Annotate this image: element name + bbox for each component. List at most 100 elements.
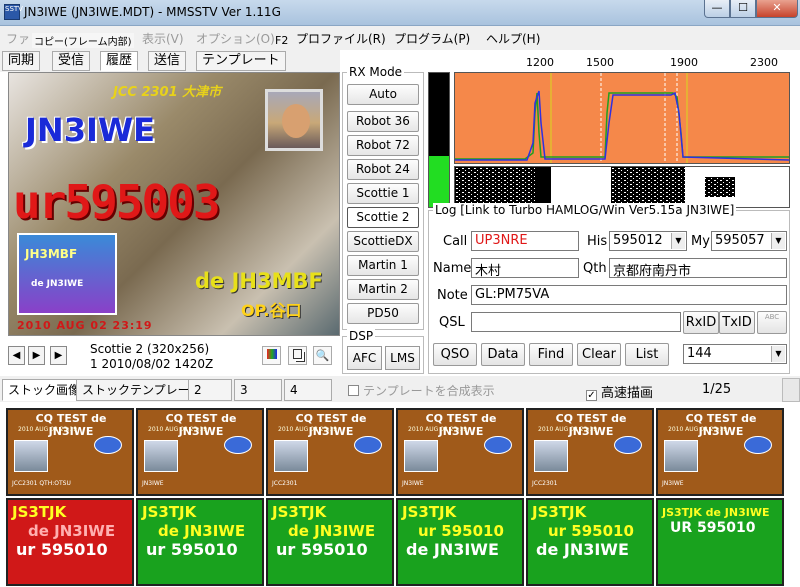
stock-scrollbar[interactable] [782, 378, 800, 402]
find-button[interactable]: Find [529, 343, 573, 366]
menu-program[interactable]: プログラム(P) [394, 30, 470, 47]
image-de-text: de JH3MBF [195, 269, 323, 293]
txid-button[interactable]: TxID [719, 311, 755, 334]
menu-view[interactable]: 表示(V) [142, 30, 184, 47]
log-panel: Log [Link to Turbo HAMLOG/Win Ver5.15a J… [428, 203, 790, 374]
stock-thumb[interactable]: JS3TJK de JN3IWE ur 595010 [266, 498, 394, 586]
rxid-button[interactable]: RxID [683, 311, 719, 334]
template-checkbox-box[interactable] [348, 385, 359, 396]
thumb-callsign: JS3TJK de JN3IWE [662, 506, 770, 519]
thumb-sub: 2010 AUG 02 23:19 [538, 426, 598, 433]
mode-auto-button[interactable]: Auto [347, 84, 419, 105]
tab-sync[interactable]: 同期 [2, 51, 41, 71]
tab-stock-template-2[interactable]: 2 [188, 379, 232, 401]
his-field[interactable]: 595012 ▼ [609, 231, 687, 251]
tab-stock-template-3[interactable]: 3 [234, 379, 282, 401]
qth-field[interactable]: 京都府南丹市 [609, 258, 787, 278]
thumb-photo [404, 440, 438, 472]
menu-profile[interactable]: プロファイル(R) [296, 30, 386, 47]
mode-pd50-button[interactable]: PD50 [347, 303, 419, 324]
mode-scottiedx-button[interactable]: ScottieDX [347, 231, 419, 252]
spectrum-display[interactable] [454, 72, 790, 164]
my-field[interactable]: 595057 ▼ [711, 231, 787, 251]
prev-button[interactable]: ◀ [8, 346, 25, 365]
list-button[interactable]: List [625, 343, 669, 366]
stock-thumb[interactable]: CQ TEST de JN3IWE 2010 AUG 02 23:19 JN3I… [396, 408, 524, 496]
search-icon[interactable]: 🔍 [313, 346, 332, 365]
image-callsign: JN3IWE [25, 111, 156, 149]
thumb-report: ur 595010 [276, 540, 368, 559]
thumb-title: CQ TEST de JN3IWE [555, 412, 627, 438]
abc-button[interactable]: ABC [757, 311, 787, 334]
band-select[interactable]: 144 ▼ [683, 344, 787, 364]
data-button[interactable]: Data [481, 343, 525, 366]
name-field[interactable]: 木村 [471, 258, 579, 278]
band-dropdown-icon[interactable]: ▼ [771, 346, 785, 362]
color-icon[interactable] [262, 346, 281, 365]
thumb-photo [14, 440, 48, 472]
tab-receive[interactable]: 受信 [52, 51, 91, 71]
shortcut-hint: F2 [275, 34, 289, 47]
stock-thumb[interactable]: CQ TEST de JN3IWE 2010 AUG 02 23:19 JCC2… [266, 408, 394, 496]
copy-icon[interactable] [288, 346, 307, 365]
main-tabs: 同期 受信 履歴 送信 テンプレート [0, 50, 340, 72]
his-dropdown-icon[interactable]: ▼ [671, 233, 685, 249]
thumb-de: ur 595010 [548, 522, 634, 540]
close-button[interactable]: ✕ [756, 0, 798, 18]
menu-help[interactable]: ヘルプ(H) [486, 30, 540, 47]
mode-scottie2-button[interactable]: Scottie 2 [347, 207, 419, 228]
lms-button[interactable]: LMS [385, 346, 420, 370]
stock-thumb[interactable]: CQ TEST de JN3IWE 2010 AUG 02 23:19 JCC2… [526, 408, 654, 496]
stock-thumb[interactable]: JS3TJK ur 595010 de JN3IWE [396, 498, 524, 586]
thumb-photo [664, 440, 698, 472]
qso-button[interactable]: QSO [433, 343, 477, 366]
dsp-group: DSP AFC LMS [342, 329, 424, 374]
thumb-sub: 2010 AUG 02 23:19 [408, 426, 468, 433]
tab-stock-images[interactable]: ストック画像 [2, 379, 87, 401]
qsl-field[interactable] [471, 312, 681, 332]
band-value: 144 [687, 346, 712, 361]
minimize-button[interactable]: — [704, 0, 730, 18]
thumb-badge-icon [614, 436, 642, 454]
mode-martin2-button[interactable]: Martin 2 [347, 279, 419, 300]
mode-scottie1-button[interactable]: Scottie 1 [347, 183, 419, 204]
call-field[interactable]: UP3NRE [471, 231, 579, 251]
waterfall-graph [455, 167, 789, 207]
afc-button[interactable]: AFC [347, 346, 382, 370]
stock-thumb[interactable]: JS3TJK ur 595010 de JN3IWE [526, 498, 654, 586]
maximize-button[interactable]: ☐ [730, 0, 756, 18]
mode-robot72-button[interactable]: Robot 72 [347, 135, 419, 156]
tab-stock-template-4[interactable]: 4 [284, 379, 332, 401]
tab-transmit[interactable]: 送信 [148, 51, 187, 71]
play-button[interactable]: ▶ [28, 346, 45, 365]
note-field[interactable]: GL:PM75VA [471, 285, 787, 305]
stock-thumb[interactable]: CQ TEST de JN3IWE 2010 AUG 02 23:19 JN3I… [656, 408, 784, 496]
tab-template[interactable]: テンプレート [196, 51, 286, 71]
name-label: Name [433, 261, 472, 276]
fast-draw-checkbox-box[interactable]: ✓ [586, 390, 597, 401]
stock-thumb[interactable]: CQ TEST de JN3IWE 2010 AUG 02 23:19 JCC2… [6, 408, 134, 496]
next-button[interactable]: ▶ [50, 346, 67, 365]
mode-robot24-button[interactable]: Robot 24 [347, 159, 419, 180]
window-title: JN3IWE (JN3IWE.MDT) - MMSSTV Ver 1.11G [24, 5, 281, 19]
fast-draw-checkbox[interactable]: ✓ 高速描画 [586, 382, 653, 401]
thumb-sub: 2010 AUG 02 23:19 [18, 426, 78, 433]
my-dropdown-icon[interactable]: ▼ [771, 233, 785, 249]
mode-robot36-button[interactable]: Robot 36 [347, 111, 419, 132]
mode-martin1-button[interactable]: Martin 1 [347, 255, 419, 276]
stock-thumb[interactable]: JS3TJK de JN3IWE ur 595010 [6, 498, 134, 586]
received-image[interactable]: JCC 2301 大津市 JN3IWE ur595003 JH3MBF de J… [8, 72, 340, 336]
stock-thumb[interactable]: CQ TEST de JN3IWE 2010 AUG 02 23:19 JN3I… [136, 408, 264, 496]
freq-tick-1900: 1900 [670, 56, 698, 69]
stock-thumb[interactable]: JS3TJK de JN3IWE UR 595010 [656, 498, 784, 586]
waterfall-display[interactable] [454, 166, 790, 208]
menu-options[interactable]: オプション(O) [196, 30, 275, 47]
thumb-footer: JCC2301 [532, 480, 558, 487]
clear-button[interactable]: Clear [577, 343, 621, 366]
template-composite-checkbox[interactable]: テンプレートを合成表示 [348, 382, 495, 399]
tab-history[interactable]: 履歴 [100, 51, 139, 71]
menu-file[interactable]: ファ [6, 30, 30, 47]
stock-thumb[interactable]: JS3TJK de JN3IWE ur 595010 [136, 498, 264, 586]
thumb-badge-icon [354, 436, 382, 454]
inset-callsign: JH3MBF [25, 247, 78, 261]
